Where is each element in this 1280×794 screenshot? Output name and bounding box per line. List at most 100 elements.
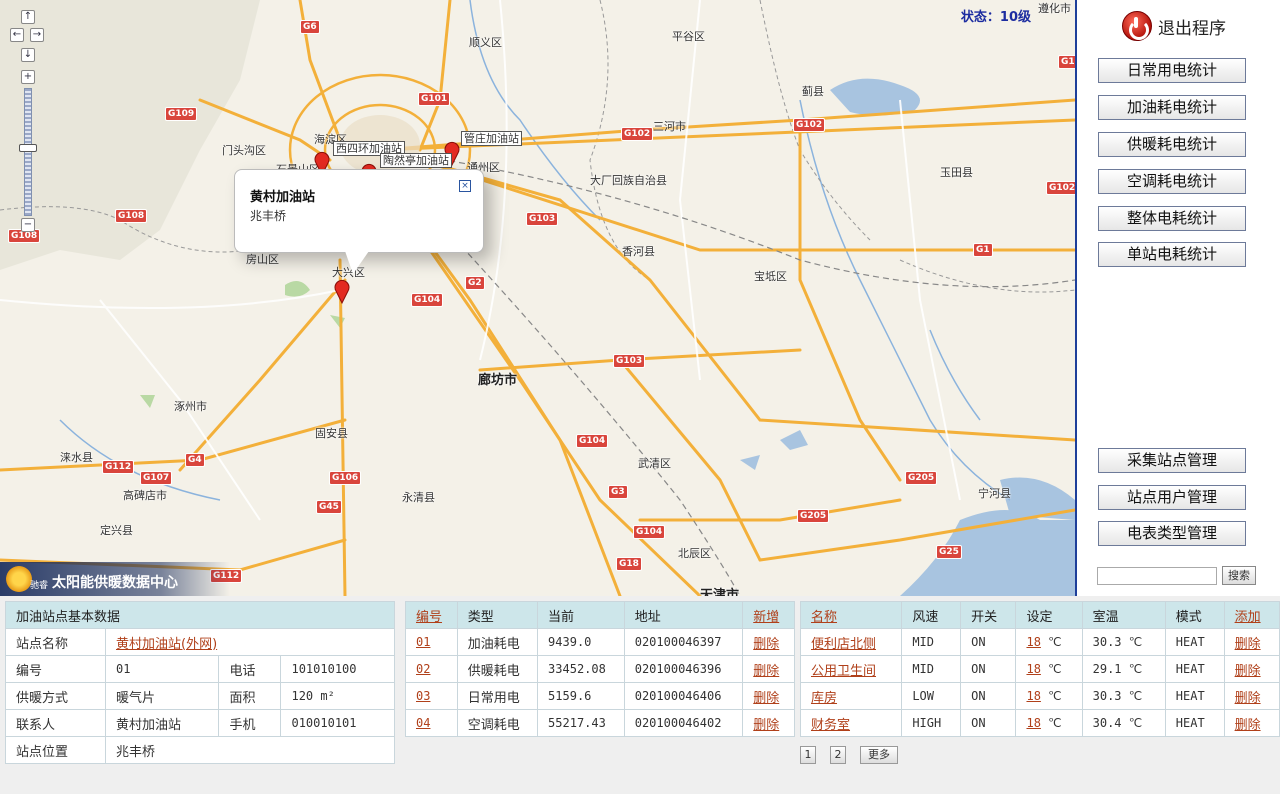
delete-link[interactable]: 删除 xyxy=(753,691,779,706)
heating-power-stats-button[interactable]: 供暖耗电统计 xyxy=(1098,132,1246,157)
map-base-layer xyxy=(0,0,1075,596)
add-meter-link[interactable]: 新增 xyxy=(753,610,779,625)
room-table: 名称 风速 开关 设定 室温 模式 添加 便利店北侧 MID ON 18 ℃ 3… xyxy=(799,601,1280,737)
road-shield: G112 xyxy=(102,460,135,474)
road-shield: G6 xyxy=(300,20,320,34)
column-header-id[interactable]: 编号 xyxy=(416,610,442,625)
column-header-current: 当前 xyxy=(537,601,625,629)
table-row: 财务室 HIGH ON 18 ℃ 30.4 ℃ HEAT 删除 xyxy=(799,709,1280,737)
fan-speed: HIGH xyxy=(901,709,962,737)
place-label: 玉田县 xyxy=(940,166,973,179)
table-row: 04 空调耗电 55217.43 020100046402 删除 xyxy=(405,709,795,737)
overall-power-stats-button[interactable]: 整体电耗统计 xyxy=(1098,206,1246,231)
station-name-link[interactable]: 黄村加油站(外网) xyxy=(116,637,217,652)
road-shield: G108 xyxy=(115,209,148,223)
zoom-in-button[interactable]: + xyxy=(21,70,35,84)
field-value: 120 m² xyxy=(280,682,395,710)
search-button[interactable]: 搜索 xyxy=(1222,566,1256,585)
delete-link[interactable]: 删除 xyxy=(753,637,779,652)
road-shield: G104 xyxy=(576,434,609,448)
room-name-link[interactable]: 库房 xyxy=(811,691,837,706)
road-shield: G205 xyxy=(797,509,830,523)
pan-right-button[interactable]: → xyxy=(30,28,44,42)
meter-id-link[interactable]: 01 xyxy=(416,635,430,649)
switch-state: ON xyxy=(960,628,1017,656)
delete-link[interactable]: 删除 xyxy=(1235,664,1261,679)
single-station-stats-button[interactable]: 单站电耗统计 xyxy=(1098,242,1246,267)
exit-button[interactable]: 退出程序 xyxy=(1122,10,1226,42)
delete-link[interactable]: 删除 xyxy=(1235,691,1261,706)
setpoint-link[interactable]: 18 xyxy=(1026,635,1040,649)
pan-up-button[interactable]: ↑ xyxy=(21,10,35,24)
zoom-slider-thumb[interactable] xyxy=(19,144,37,152)
road-shield: G106 xyxy=(329,471,362,485)
delete-link[interactable]: 删除 xyxy=(753,718,779,733)
meter-id-link[interactable]: 02 xyxy=(416,662,430,676)
delete-link[interactable]: 删除 xyxy=(753,664,779,679)
meter-id-link[interactable]: 04 xyxy=(416,716,430,730)
place-label: 大厂回族自治县 xyxy=(590,174,667,187)
setpoint-link[interactable]: 18 xyxy=(1026,662,1040,676)
field-label: 编号 xyxy=(5,655,106,683)
field-value: 010010101 xyxy=(280,709,395,737)
room-name-link[interactable]: 公用卫生间 xyxy=(811,664,876,679)
status-label: 状态： xyxy=(960,10,1000,25)
setpoint-unit: ℃ xyxy=(1048,635,1062,649)
place-label: 北辰区 xyxy=(678,547,711,560)
add-room-link[interactable]: 添加 xyxy=(1235,610,1261,625)
popup-title: 黄村加油站 xyxy=(250,190,316,205)
fuel-power-stats-button[interactable]: 加油耗电统计 xyxy=(1098,95,1246,120)
table-row: 便利店北侧 MID ON 18 ℃ 30.3 ℃ HEAT 删除 xyxy=(799,628,1280,656)
station-label[interactable]: 陶然亭加油站 xyxy=(380,153,452,168)
mode: HEAT xyxy=(1164,655,1225,683)
column-header-switch: 开关 xyxy=(960,601,1017,629)
ac-power-stats-button[interactable]: 空调耗电统计 xyxy=(1098,169,1246,194)
station-user-management-button[interactable]: 站点用户管理 xyxy=(1098,485,1246,510)
more-button[interactable]: 更多 xyxy=(860,746,898,764)
close-icon[interactable]: × xyxy=(459,180,471,192)
field-label: 手机 xyxy=(218,709,282,737)
setpoint-link[interactable]: 18 xyxy=(1026,716,1040,730)
table-row: 03 日常用电 5159.6 020100046406 删除 xyxy=(405,682,795,710)
zoom-out-button[interactable]: − xyxy=(21,218,35,232)
logo-text: 太阳能供暖数据中心 xyxy=(52,575,178,591)
pan-down-button[interactable]: ↓ xyxy=(21,48,35,62)
search-input[interactable] xyxy=(1097,567,1217,585)
exit-label: 退出程序 xyxy=(1158,18,1226,39)
station-marker-icon[interactable] xyxy=(333,278,351,304)
map-view[interactable]: 顺义区 平谷区 遵化市 蓟县 三河市 大厂回族自治县 香河县 玉田县 宝坻区 廊… xyxy=(0,0,1075,596)
pan-left-button[interactable]: ← xyxy=(10,28,24,42)
page-1-button[interactable]: 1 xyxy=(800,746,816,764)
page-2-button[interactable]: 2 xyxy=(830,746,846,764)
field-value: 兆丰桥 xyxy=(105,736,395,764)
logo-brand: 驰睿 xyxy=(30,581,49,591)
field-label: 供暖方式 xyxy=(5,682,106,710)
column-header-type: 类型 xyxy=(456,601,539,629)
meter-current: 9439.0 xyxy=(537,628,625,656)
meter-type-management-button[interactable]: 电表类型管理 xyxy=(1098,521,1246,546)
place-label: 三河市 xyxy=(653,120,686,133)
delete-link[interactable]: 删除 xyxy=(1235,718,1261,733)
table-row: 02 供暖耗电 33452.08 020100046396 删除 xyxy=(405,655,795,683)
place-label: 固安县 xyxy=(315,427,348,440)
meter-type: 空调耗电 xyxy=(456,709,539,737)
station-label[interactable]: 管庄加油站 xyxy=(461,131,522,146)
room-name-link[interactable]: 便利店北侧 xyxy=(811,637,876,652)
daily-power-stats-button[interactable]: 日常用电统计 xyxy=(1098,58,1246,83)
setpoint-link[interactable]: 18 xyxy=(1026,689,1040,703)
field-value: 暖气片 xyxy=(104,682,220,710)
zoom-slider-track[interactable] xyxy=(24,88,32,216)
meter-address: 020100046397 xyxy=(623,628,744,656)
column-header-name[interactable]: 名称 xyxy=(811,610,837,625)
delete-link[interactable]: 删除 xyxy=(1235,637,1261,652)
map-navigation-control: ↑ ← → ↓ + − xyxy=(10,8,46,238)
meter-id-link[interactable]: 03 xyxy=(416,689,430,703)
place-label: 门头沟区 xyxy=(222,144,266,157)
station-management-button[interactable]: 采集站点管理 xyxy=(1098,448,1246,473)
road-shield: G104 xyxy=(411,293,444,307)
room-name-link[interactable]: 财务室 xyxy=(811,718,850,733)
road-shield: G109 xyxy=(165,107,198,121)
popup-body: 兆丰桥 xyxy=(250,209,287,223)
road-shield: G205 xyxy=(905,471,938,485)
road-shield: G102 xyxy=(793,118,826,132)
